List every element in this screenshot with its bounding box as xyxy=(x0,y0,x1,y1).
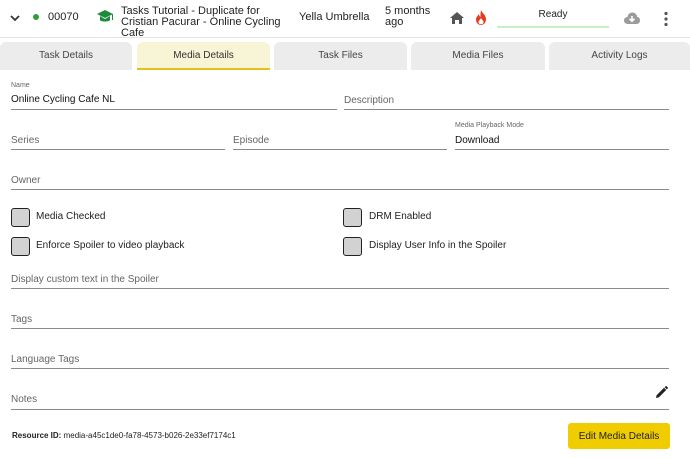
media-checked-checkbox[interactable] xyxy=(11,208,30,227)
display-user-info-checkbox[interactable] xyxy=(343,237,362,256)
playback-mode-value: Download xyxy=(455,135,500,146)
media-checked-label: Media Checked xyxy=(36,211,106,222)
drm-enabled-checkbox[interactable] xyxy=(343,208,362,227)
cloud-download-icon[interactable] xyxy=(623,10,641,26)
client-name: Yella Umbrella xyxy=(299,11,370,23)
display-user-info-label: Display User Info in the Spoiler xyxy=(369,240,507,251)
tags-field[interactable]: Tags xyxy=(11,302,669,329)
tab-activity-logs[interactable]: Activity Logs xyxy=(549,42,690,70)
status-label: Ready xyxy=(538,9,568,20)
language-tags-placeholder: Language Tags xyxy=(11,354,80,365)
task-age: 5 months ago xyxy=(385,5,431,28)
task-id: 00070 xyxy=(48,11,79,23)
pencil-icon[interactable] xyxy=(655,386,668,399)
enforce-spoiler-checkbox[interactable] xyxy=(11,237,30,256)
description-placeholder: Description xyxy=(344,95,395,106)
name-field[interactable]: Name Online Cycling Cafe NL xyxy=(11,82,337,110)
fire-icon[interactable] xyxy=(474,9,488,26)
resource-id-value: media-a45c1de0-fa78-4573-b026-2e33ef7174… xyxy=(63,431,236,440)
status-progress-bar xyxy=(497,26,609,28)
drm-enabled-label: DRM Enabled xyxy=(369,211,432,222)
home-icon[interactable] xyxy=(449,10,465,26)
edit-media-details-button[interactable]: Edit Media Details xyxy=(568,423,670,449)
spoiler-text-field[interactable]: Display custom text in the Spoiler xyxy=(11,262,669,289)
status-dot xyxy=(33,14,39,20)
graduation-cap-icon xyxy=(97,10,113,22)
description-field[interactable]: Description xyxy=(344,82,669,110)
resource-id: Resource ID: media-a45c1de0-fa78-4573-b0… xyxy=(12,431,236,440)
tab-media-files[interactable]: Media Files xyxy=(411,42,545,70)
task-header: 00070 Tasks Tutorial - Duplicate for Cri… xyxy=(0,0,690,39)
notes-placeholder: Notes xyxy=(11,394,38,405)
playback-mode-select[interactable]: Media Playback Mode Download xyxy=(455,122,669,150)
tab-media-details[interactable]: Media Details xyxy=(137,42,270,70)
tab-task-details[interactable]: Task Details xyxy=(0,42,132,70)
name-value: Online Cycling Cafe NL xyxy=(11,94,115,105)
tab-bar: Task Details Media Details Task Files Me… xyxy=(0,42,690,70)
notes-field[interactable]: Notes xyxy=(11,382,669,410)
playback-mode-label: Media Playback Mode xyxy=(455,122,524,129)
episode-field[interactable]: Episode xyxy=(233,122,447,150)
tab-task-files[interactable]: Task Files xyxy=(274,42,407,70)
status-indicator: Ready xyxy=(497,6,609,28)
spoiler-text-placeholder: Display custom text in the Spoiler xyxy=(11,274,159,285)
language-tags-field[interactable]: Language Tags xyxy=(11,342,669,369)
series-field[interactable]: Series xyxy=(11,122,225,150)
owner-placeholder: Owner xyxy=(11,175,41,186)
name-label: Name xyxy=(11,82,30,89)
resource-id-label: Resource ID: xyxy=(12,431,62,440)
more-vert-icon[interactable] xyxy=(662,11,670,27)
tags-placeholder: Tags xyxy=(11,314,33,325)
series-placeholder: Series xyxy=(11,135,40,146)
chevron-down-icon[interactable] xyxy=(8,11,22,25)
episode-placeholder: Episode xyxy=(233,135,270,146)
enforce-spoiler-label: Enforce Spoiler to video playback xyxy=(36,240,185,251)
task-title[interactable]: Tasks Tutorial - Duplicate for Cristian … xyxy=(121,6,291,39)
owner-field[interactable]: Owner xyxy=(11,162,669,190)
